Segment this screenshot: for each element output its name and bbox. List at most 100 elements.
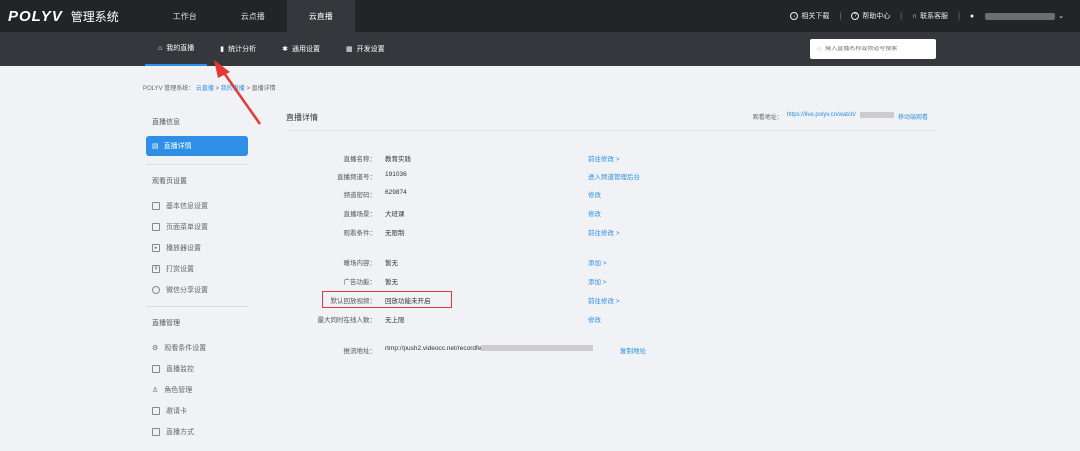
sidebar-item-wechat-share[interactable]: 微信分享设置 xyxy=(140,279,254,300)
copy-address-link[interactable]: 复制地址 xyxy=(620,345,646,355)
grid-icon: ▦ xyxy=(345,46,353,53)
sidebar-section-live-info: 直播信息 xyxy=(152,119,180,126)
top-nav-workbench[interactable]: 工作台 xyxy=(151,0,219,32)
row-label: 最大同时在线人数： xyxy=(317,317,377,324)
channel-admin-link[interactable]: 进入频道管理后台 xyxy=(588,171,640,181)
breadcrumb: POLYV 管理系统： 云直播 > 我的直播 > 直播详情 xyxy=(143,86,276,92)
chevron-down-icon: ⌄ xyxy=(1058,13,1064,20)
sub-nav-bar: ⌂ 我的直播 ▮ 统计分析 ✱ 通用设置 ▦ 开发设置 ○ xyxy=(0,32,1080,66)
sidebar-item-page-menu[interactable]: 页面菜单设置 xyxy=(140,216,254,237)
row-label: 观看条件： xyxy=(343,230,377,237)
row-label: 暖场内容： xyxy=(343,260,377,267)
monitor-icon xyxy=(152,364,160,373)
row-label: 直播场景： xyxy=(343,211,377,218)
watch-url-link[interactable]: https://live.polyv.cn/watch/ xyxy=(787,112,856,121)
divider: | xyxy=(900,12,903,20)
row-value: 无上限 xyxy=(385,317,405,324)
sidebar-item-roles[interactable]: ♙ 角色管理 xyxy=(140,379,254,400)
contact-link[interactable]: ∩ 联系客服 xyxy=(912,11,948,21)
user-menu[interactable]: ● ⌄ xyxy=(970,12,1064,20)
divider: | xyxy=(839,12,842,20)
tab-general-settings[interactable]: ✱ 通用设置 xyxy=(269,32,333,66)
add-warmup-link[interactable]: 添加 > xyxy=(588,257,607,267)
sidebar-section-watch-page: 观看页设置 xyxy=(152,178,187,185)
help-icon: ? xyxy=(851,12,860,20)
tab-statistics[interactable]: ▮ 统计分析 xyxy=(207,32,269,66)
sidebar-item-label: 观看条件设置 xyxy=(164,344,207,352)
sidebar-item-basic-info[interactable]: 基本信息设置 xyxy=(140,195,254,216)
row-label: 推流地址： xyxy=(343,348,377,355)
row-value: 暂无 xyxy=(385,279,398,286)
sidebar-item-label: 直播方式 xyxy=(166,428,194,436)
download-label: 相关下载 xyxy=(801,13,830,20)
detail-row: 广告功能： 暂无 添加 > xyxy=(286,276,936,288)
edit-name-link[interactable]: 前往修改 > xyxy=(588,153,620,163)
divider xyxy=(146,164,248,165)
row-value: 无限制 xyxy=(385,230,405,237)
sidebar-item-player[interactable]: ▸ 播放器设置 xyxy=(140,237,254,258)
download-icon: ↓ xyxy=(790,12,799,20)
coin-icon: ¥ xyxy=(152,264,160,273)
edit-playback-link[interactable]: 前往修改 > xyxy=(588,295,620,305)
tab-dev-settings-label: 开发设置 xyxy=(356,46,385,53)
watch-label: 观看地址： xyxy=(752,115,783,121)
tab-statistics-label: 统计分析 xyxy=(228,46,257,53)
detail-row: 观看条件： 无限制 前往修改 > xyxy=(286,227,936,239)
sidebar-item-watch-condition[interactable]: ⚙ 观看条件设置 xyxy=(140,337,254,358)
help-label: 帮助中心 xyxy=(862,13,891,20)
top-bar: POLYV 管理系统 工作台 云点播 云直播 ↓ 相关下载 | ? 帮助中心 |… xyxy=(0,0,1080,32)
sidebar-item-label: 基本信息设置 xyxy=(166,202,208,210)
breadcrumb-current: 直播详情 xyxy=(251,86,276,92)
row-value: 629874 xyxy=(385,189,407,196)
home-icon: ⌂ xyxy=(158,44,163,52)
top-nav-live[interactable]: 云直播 xyxy=(286,0,355,32)
sidebar-item-label: 播放器设置 xyxy=(166,244,201,252)
row-label: 直播频道号： xyxy=(337,174,376,181)
row-value: 教育实践 xyxy=(385,156,411,163)
divider xyxy=(286,130,936,131)
detail-row: 频道密码： 629874 修改 xyxy=(286,189,936,201)
watch-mobile-link[interactable]: 移动端观看 xyxy=(898,112,928,121)
download-link[interactable]: ↓ 相关下载 xyxy=(790,11,829,21)
search-input[interactable] xyxy=(825,46,926,52)
gear-icon: ✱ xyxy=(282,46,288,53)
sidebar-item-live-detail[interactable]: ▤ 直播详情 xyxy=(146,136,248,156)
row-label: 广告功能： xyxy=(343,279,377,286)
top-nav-vod[interactable]: 云点播 xyxy=(219,0,287,32)
sidebar: 直播信息 ▤ 直播详情 观看页设置 基本信息设置 页面菜单设置 ▸ 播放器设置 ¥… xyxy=(140,108,254,451)
stream-key-blurred xyxy=(481,345,594,352)
tab-dev-settings[interactable]: ▦ 开发设置 xyxy=(333,32,398,66)
sidebar-item-reward[interactable]: ¥ 打赏设置 xyxy=(140,258,254,279)
polyv-logo[interactable]: POLYV xyxy=(8,8,63,25)
breadcrumb-root: POLYV 管理系统 xyxy=(143,86,189,92)
detail-row: 直播场景： 大班课 修改 xyxy=(286,208,936,220)
tab-my-live[interactable]: ⌂ 我的直播 xyxy=(145,32,208,66)
breadcrumb-mine[interactable]: 我的直播 xyxy=(221,86,245,92)
edit-scene-link[interactable]: 修改 xyxy=(588,208,601,218)
help-link[interactable]: ? 帮助中心 xyxy=(851,11,890,21)
edit-password-link[interactable]: 修改 xyxy=(588,189,601,199)
stream-value: rtmp://push2.videocc.net/recordfe xyxy=(385,345,594,352)
sidebar-item-live-method[interactable]: 直播方式 xyxy=(140,421,254,442)
form-icon xyxy=(152,201,160,210)
edit-max-online-link[interactable]: 修改 xyxy=(588,314,601,324)
top-right-links: ↓ 相关下载 | ? 帮助中心 | ∩ 联系客服 | ● ⌄ xyxy=(790,11,1064,21)
search-icon: ○ xyxy=(817,45,822,53)
sidebar-item-label: 直播详情 xyxy=(163,143,192,150)
top-nav: 工作台 云点播 云直播 xyxy=(151,0,355,32)
add-ad-link[interactable]: 添加 > xyxy=(588,276,607,286)
page-title: 直播详情 xyxy=(286,113,318,122)
sliders-icon: ⚙ xyxy=(152,344,159,352)
detail-row: 直播名称： 教育实践 前往修改 > xyxy=(286,153,936,165)
users-icon: ♙ xyxy=(152,386,159,394)
edit-condition-link[interactable]: 前往修改 > xyxy=(588,227,620,237)
detail-icon: ▤ xyxy=(152,143,159,150)
sidebar-item-monitor[interactable]: 直播监控 xyxy=(140,358,254,379)
sidebar-item-label: 微信分享设置 xyxy=(166,286,208,294)
highlight-box xyxy=(322,291,452,308)
sidebar-item-label: 打赏设置 xyxy=(166,265,194,273)
sidebar-item-invite-card[interactable]: 邀请卡 xyxy=(140,400,254,421)
breadcrumb-live[interactable]: 云直播 xyxy=(196,86,214,92)
divider: | xyxy=(958,12,960,20)
search-box[interactable]: ○ xyxy=(810,39,936,59)
